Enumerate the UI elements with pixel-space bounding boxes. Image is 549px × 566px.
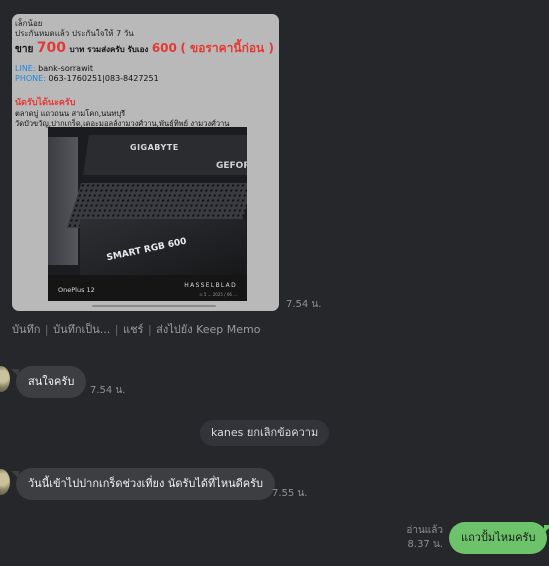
watermark-sub: ⊙ 5 ... 2025 / 06 ... (199, 292, 237, 297)
image-scroll-indicator (92, 305, 216, 307)
keep-memo-link[interactable]: ส่งไปยัง Keep Memo (156, 323, 260, 336)
system-message: kanes ยกเลิกข้อความ (200, 420, 330, 446)
message-bubble[interactable]: สนใจครับ (10, 366, 87, 398)
image-actions: บันทึก | บันทึกเป็น... | แชร์ | ส่งไปยัง… (12, 320, 260, 338)
message-time: 8.37 น. (407, 539, 443, 550)
ad-meet-title: นัดรับได้นะครับ (15, 98, 76, 108)
gpu-brand-2: GEFOR (216, 161, 247, 171)
save-link[interactable]: บันทึก (12, 323, 40, 336)
photo-watermark-bar: OnePlus 12 HASSELBLAD ⊙ 5 ... 2025 / 06 … (48, 275, 247, 301)
avatar[interactable] (0, 366, 10, 392)
ad-price-line: ขาย 700 บาท รวมส่งครับ รับเอง 600 ( ขอรา… (15, 39, 274, 58)
image-message[interactable]: เล็กน้อย ประกันหมดแล้ว ประกันใจให้ 7 วัน… (12, 14, 279, 311)
message-time: 7.54 น. (286, 299, 322, 310)
divider: | (41, 323, 53, 336)
product-photo: GIGABYTE GEFOR SMART RGB 600 OnePlus 12 … (48, 127, 247, 301)
message-time: 7.54 น. (90, 385, 126, 396)
price-note: ( ขอราคานี้ก่อน ) (180, 41, 274, 55)
price-prefix: ขาย (15, 44, 34, 55)
message-time: 7.55 น. (272, 488, 308, 499)
ad-line-id: LINE: bank-sorrawit (15, 64, 93, 73)
case-panel (48, 137, 78, 265)
read-status: อ่านแล้ว 8.37 น. (392, 524, 443, 552)
line-label: LINE: (15, 64, 36, 73)
share-link[interactable]: แชร์ (123, 323, 143, 336)
message-bubble[interactable]: วันนี้เข้าไปปากเกร็ดช่วงเที่ยง นัดรับได้… (11, 468, 275, 500)
phone-label: PHONE: (15, 74, 46, 83)
gpu-brand: GIGABYTE (130, 143, 179, 152)
avatar[interactable] (0, 469, 10, 495)
divider: | (111, 323, 122, 336)
divider: | (144, 323, 156, 336)
read-label: อ่านแล้ว (406, 525, 443, 536)
watermark-device: OnePlus 12 (58, 286, 95, 294)
phone-value: 063-1760251|083-8427251 (48, 74, 159, 83)
price-main: 700 (36, 40, 67, 56)
ad-phone: PHONE: 063-1760251|083-8427251 (15, 74, 159, 83)
save-as-link[interactable]: บันทึกเป็น... (53, 323, 110, 336)
line-value: bank-sorrawit (38, 64, 93, 73)
my-message-bubble[interactable]: แถวปั้มไหมครับ (449, 522, 549, 554)
price-pickup: 600 (151, 41, 177, 55)
price-mid: บาท รวมส่งครับ รับเอง (69, 45, 149, 54)
watermark-brand: HASSELBLAD (184, 282, 237, 289)
